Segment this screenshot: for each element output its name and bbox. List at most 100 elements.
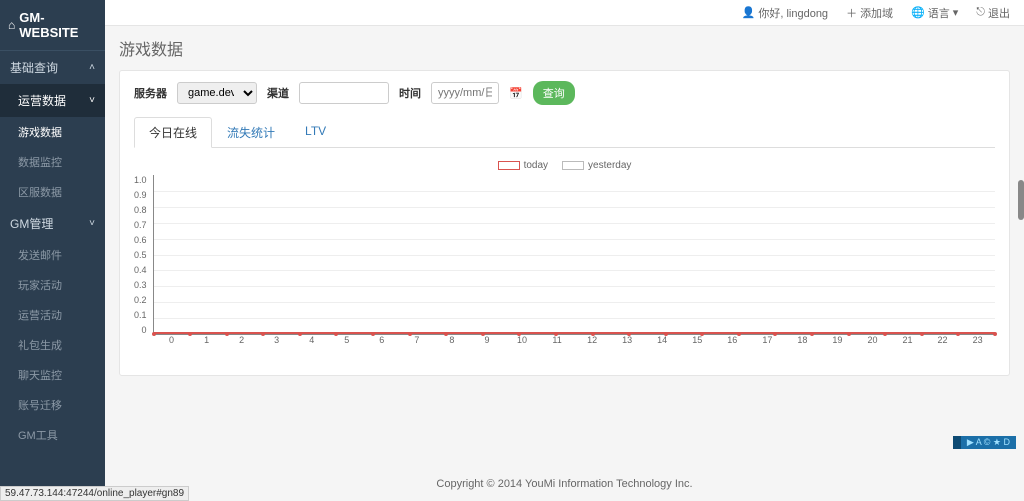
nav-leaf-gm-tools[interactable]: GM工具 bbox=[0, 420, 105, 450]
filter-bar: 服务器 game.dev.1 渠道 时间 📅 查询 bbox=[134, 81, 995, 105]
nav-group-basic[interactable]: 基础查询 ˄ bbox=[0, 50, 105, 84]
plus-icon: ＋ bbox=[846, 5, 857, 21]
brand[interactable]: ⌂ GM-WEBSITE bbox=[0, 0, 105, 50]
query-button[interactable]: 查询 bbox=[533, 81, 575, 105]
data-point bbox=[188, 332, 192, 336]
data-point bbox=[847, 332, 851, 336]
data-point bbox=[956, 332, 960, 336]
tab-online-today[interactable]: 今日在线 bbox=[134, 117, 212, 148]
y-tick: 0.8 bbox=[134, 205, 147, 215]
grid-line bbox=[154, 318, 995, 319]
channel-input[interactable] bbox=[299, 82, 389, 104]
data-point bbox=[883, 332, 887, 336]
swatch-today bbox=[498, 161, 520, 170]
y-tick: 0.6 bbox=[134, 235, 147, 245]
x-tick: 12 bbox=[575, 335, 610, 345]
data-point bbox=[627, 332, 631, 336]
page-title: 游戏数据 bbox=[119, 36, 1010, 60]
x-tick: 19 bbox=[820, 335, 855, 345]
legend-today[interactable]: today bbox=[498, 160, 548, 171]
user-greeting[interactable]: 👤 你好, lingdong bbox=[742, 5, 828, 21]
x-tick: 6 bbox=[364, 335, 399, 345]
floating-badge[interactable]: ▶ A © ★ D bbox=[953, 436, 1016, 449]
chevron-up-icon: ˄ bbox=[89, 62, 95, 73]
legend-yesterday[interactable]: yesterday bbox=[562, 160, 631, 171]
data-point bbox=[700, 332, 704, 336]
x-tick: 21 bbox=[890, 335, 925, 345]
nav-leaf-gift-gen[interactable]: 礼包生成 bbox=[0, 330, 105, 360]
time-label: 时间 bbox=[399, 85, 421, 101]
date-input[interactable] bbox=[431, 82, 499, 104]
x-tick: 5 bbox=[329, 335, 364, 345]
topbar: 👤 你好, lingdong ＋ 添加域 🌐 语言 ▾ ⎋ 退出 bbox=[105, 0, 1024, 26]
greeting-text: 你好, lingdong bbox=[758, 5, 828, 21]
series-today-line bbox=[154, 332, 995, 334]
data-point bbox=[591, 332, 595, 336]
x-tick: 20 bbox=[855, 335, 890, 345]
x-tick: 8 bbox=[434, 335, 469, 345]
y-axis: 1.00.90.80.70.60.50.40.30.20.10 bbox=[134, 175, 153, 335]
user-icon: 👤 bbox=[742, 6, 756, 19]
chart-legend: today yesterday bbox=[134, 160, 995, 171]
nav-leaf-server-data[interactable]: 区服数据 bbox=[0, 177, 105, 207]
data-point bbox=[408, 332, 412, 336]
server-label: 服务器 bbox=[134, 85, 167, 101]
x-tick: 17 bbox=[750, 335, 785, 345]
data-point bbox=[517, 332, 521, 336]
data-point bbox=[225, 332, 229, 336]
sidebar: ⌂ GM-WEBSITE 基础查询 ˄ 运营数据 ˅ 游戏数据 数据监控 区服数… bbox=[0, 0, 105, 500]
tab-ltv[interactable]: LTV bbox=[290, 117, 341, 148]
nav-leaf-send-mail[interactable]: 发送邮件 bbox=[0, 240, 105, 270]
browser-statusbar: 59.47.73.144:47244/online_player#gn89 bbox=[0, 486, 189, 501]
nav-group-gm[interactable]: GM管理 ˅ bbox=[0, 207, 105, 240]
nav-leaf-game-data[interactable]: 游戏数据 bbox=[0, 117, 105, 147]
legend-yesterday-label: yesterday bbox=[588, 160, 631, 171]
nav-leaf-data-monitor[interactable]: 数据监控 bbox=[0, 147, 105, 177]
x-tick: 14 bbox=[645, 335, 680, 345]
x-tick: 2 bbox=[224, 335, 259, 345]
logout-text: 退出 bbox=[988, 5, 1010, 21]
logout-link[interactable]: ⎋ 退出 bbox=[976, 5, 1010, 21]
grid-line bbox=[154, 286, 995, 287]
y-tick: 0.3 bbox=[134, 280, 147, 290]
scrollbar-thumb[interactable] bbox=[1018, 180, 1024, 220]
data-point bbox=[481, 332, 485, 336]
calendar-icon[interactable]: 📅 bbox=[509, 87, 523, 100]
data-point bbox=[334, 332, 338, 336]
nav-leaf-player-activity[interactable]: 玩家活动 bbox=[0, 270, 105, 300]
nav-leaf-chat-monitor[interactable]: 聊天监控 bbox=[0, 360, 105, 390]
data-point bbox=[152, 332, 156, 336]
data-point bbox=[920, 332, 924, 336]
nav-group-label: 基础查询 bbox=[10, 59, 58, 76]
add-domain-link[interactable]: ＋ 添加域 bbox=[846, 5, 893, 21]
server-select[interactable]: game.dev.1 bbox=[177, 82, 257, 104]
x-tick: 18 bbox=[785, 335, 820, 345]
x-tick: 9 bbox=[469, 335, 504, 345]
nav-ops-data[interactable]: 运营数据 ˅ bbox=[0, 84, 105, 117]
language-dropdown[interactable]: 🌐 语言 ▾ bbox=[911, 5, 958, 21]
tab-churn-stats[interactable]: 流失统计 bbox=[212, 117, 290, 148]
y-tick: 1.0 bbox=[134, 175, 147, 185]
chevron-down-icon: ˅ bbox=[89, 95, 95, 106]
x-tick: 10 bbox=[504, 335, 539, 345]
data-point bbox=[371, 332, 375, 336]
grid-line bbox=[154, 255, 995, 256]
y-tick: 0.1 bbox=[134, 310, 147, 320]
data-point bbox=[444, 332, 448, 336]
x-tick: 15 bbox=[680, 335, 715, 345]
content: 游戏数据 服务器 game.dev.1 渠道 时间 📅 查询 今日在线 流 bbox=[105, 26, 1024, 468]
add-domain-text: 添加域 bbox=[860, 5, 893, 21]
grid-line bbox=[154, 223, 995, 224]
x-tick: 11 bbox=[540, 335, 575, 345]
x-tick: 23 bbox=[960, 335, 995, 345]
data-point bbox=[810, 332, 814, 336]
main: 👤 你好, lingdong ＋ 添加域 🌐 语言 ▾ ⎋ 退出 游戏数据 服务… bbox=[105, 0, 1024, 500]
y-tick: 0.4 bbox=[134, 265, 147, 275]
data-point bbox=[993, 332, 997, 336]
nav-leaf-account-migrate[interactable]: 账号迁移 bbox=[0, 390, 105, 420]
y-tick: 0.2 bbox=[134, 295, 147, 305]
grid-line bbox=[154, 207, 995, 208]
y-tick: 0.5 bbox=[134, 250, 147, 260]
panel: 服务器 game.dev.1 渠道 时间 📅 查询 今日在线 流失统计 LTV bbox=[119, 70, 1010, 376]
nav-leaf-ops-activity[interactable]: 运营活动 bbox=[0, 300, 105, 330]
